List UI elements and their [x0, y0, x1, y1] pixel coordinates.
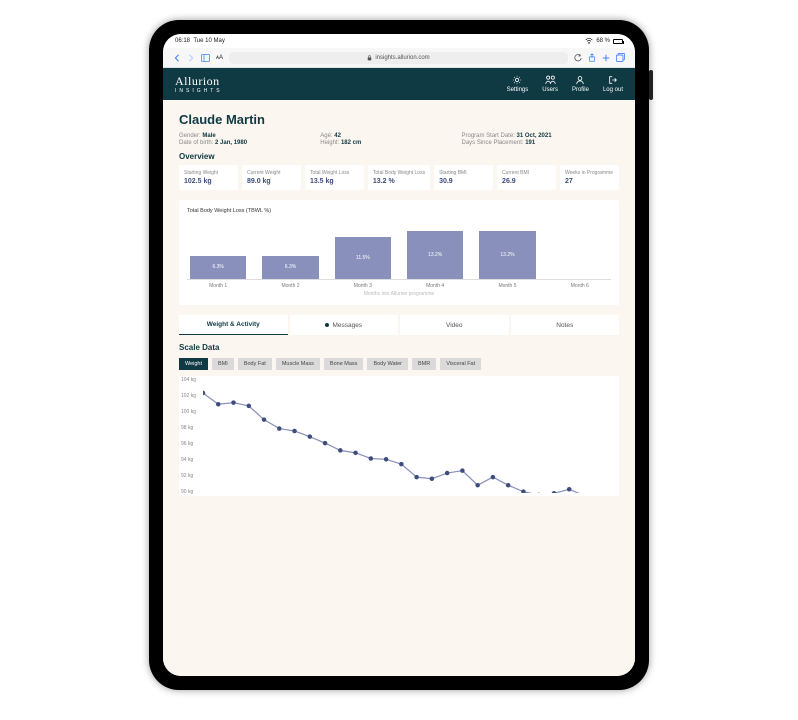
- bar: 6.3%: [262, 256, 318, 279]
- bar: 11.5%: [335, 237, 391, 279]
- forward-icon[interactable]: [187, 54, 195, 62]
- stat-value: 102.5 kg: [184, 178, 233, 185]
- profile-icon: [575, 75, 585, 85]
- stat-label: Weeks in Programme: [565, 170, 614, 176]
- battery-pct: 68 %: [596, 38, 610, 44]
- y-tick-label: 92 kg: [181, 473, 193, 479]
- device-status-bar: 06:18 Tue 10 May 68 %: [163, 34, 635, 48]
- unread-dot-icon: [325, 323, 329, 327]
- y-tick-label: 104 kg: [181, 377, 196, 383]
- bar-category-label: Month 3: [354, 283, 372, 289]
- stat-label: Starting Weight: [184, 170, 233, 176]
- tab-weight-activity[interactable]: Weight & Activity: [179, 315, 288, 335]
- metric-chip[interactable]: Body Fat: [238, 358, 272, 370]
- url-text: insights.allurion.com: [375, 55, 429, 61]
- stat-label: Current BMI: [502, 170, 551, 176]
- y-tick-label: 98 kg: [181, 425, 193, 431]
- overview-cards: Starting Weight 102.5 kg Current Weight 89.…: [179, 165, 619, 190]
- weight-line-chart: 104 kg 102 kg 100 kg 98 kg 96 kg 94 kg 92 kg 90…: [179, 376, 619, 496]
- metric-chip[interactable]: BMI: [212, 358, 234, 370]
- sidebar-icon[interactable]: [201, 54, 210, 62]
- metric-chip[interactable]: Visceral Fat: [440, 358, 481, 370]
- bar-column: 13.2%: [404, 231, 466, 279]
- stat-value: 13.2 %: [373, 178, 425, 185]
- nav-logout[interactable]: Log out: [603, 75, 623, 93]
- metric-chip[interactable]: Bone Mass: [324, 358, 364, 370]
- lock-icon: [367, 55, 372, 61]
- bar-column: 6.3%: [187, 256, 249, 279]
- bar-category-label: Month 4: [426, 283, 444, 289]
- stat-label: Current Weight: [247, 170, 296, 176]
- stat-value: 13.5 kg: [310, 178, 359, 185]
- bar: 6.3%: [190, 256, 246, 279]
- patient-meta: Gender: Male Age: 42 Program Start Date:…: [179, 133, 619, 146]
- tab-messages[interactable]: Messages: [290, 315, 399, 335]
- status-time: 06:18: [175, 38, 190, 44]
- stat-card: Total Weight Loss 13.5 kg: [305, 165, 364, 190]
- metric-chip[interactable]: Body Water: [367, 358, 408, 370]
- detail-tabs: Weight & Activity Messages Video Notes: [179, 315, 619, 335]
- back-icon[interactable]: [173, 54, 181, 62]
- bar-category-label: Month 2: [281, 283, 299, 289]
- bar-category-label: Month 6: [571, 283, 589, 289]
- brand-logo: Allurion INSIGHTS: [175, 75, 223, 94]
- wifi-icon: [585, 38, 593, 44]
- nav-users[interactable]: Users: [542, 75, 558, 93]
- patient-name: Claude Martin: [179, 112, 619, 127]
- reload-icon[interactable]: [574, 54, 582, 62]
- tab-video[interactable]: Video: [400, 315, 509, 335]
- metric-chip[interactable]: Muscle Mass: [276, 358, 320, 370]
- users-icon: [545, 75, 556, 85]
- stat-card: Total Body Weight Loss 13.2 %: [368, 165, 430, 190]
- nav-settings[interactable]: Settings: [507, 75, 529, 93]
- stat-card: Starting Weight 102.5 kg: [179, 165, 238, 190]
- stat-value: 27: [565, 178, 614, 185]
- bar: 13.2%: [479, 231, 535, 279]
- overview-heading: Overview: [179, 152, 619, 161]
- tbwl-subtitle: Months into Allurion programme: [187, 291, 611, 297]
- stat-card: Starting BMI 30.9: [434, 165, 493, 190]
- y-tick-label: 100 kg: [181, 409, 196, 415]
- bar: 13.2%: [407, 231, 463, 279]
- stat-card: Weeks in Programme 27: [560, 165, 619, 190]
- y-tick-label: 102 kg: [181, 393, 196, 399]
- logout-icon: [608, 75, 618, 85]
- stat-label: Starting BMI: [439, 170, 488, 176]
- y-tick-label: 94 kg: [181, 457, 193, 463]
- stat-value: 89.0 kg: [247, 178, 296, 185]
- stat-card: Current Weight 89.0 kg: [242, 165, 301, 190]
- stat-value: 26.9: [502, 178, 551, 185]
- tbwl-bar-chart: 6.3% 6.3% 11.5% 13.2% 13.2%: [187, 220, 611, 280]
- bar-category-label: Month 1: [209, 283, 227, 289]
- stat-value: 30.9: [439, 178, 488, 185]
- gear-icon: [512, 75, 522, 85]
- tab-notes[interactable]: Notes: [511, 315, 620, 335]
- metric-chip[interactable]: BMR: [412, 358, 436, 370]
- url-bar[interactable]: insights.allurion.com: [229, 52, 568, 64]
- scale-data-heading: Scale Data: [179, 343, 619, 352]
- stat-label: Total Weight Loss: [310, 170, 359, 176]
- new-tab-icon[interactable]: [602, 54, 610, 62]
- bar-category-label: Month 5: [498, 283, 516, 289]
- y-tick-label: 96 kg: [181, 441, 193, 447]
- bar-column: 6.3%: [259, 256, 321, 279]
- bar-column: 13.2%: [476, 231, 538, 279]
- status-date: Tue 10 May: [193, 38, 224, 44]
- metric-chips: Weight BMI Body Fat Muscle Mass Bone MassBod…: [179, 358, 619, 370]
- battery-icon: [613, 39, 623, 44]
- tbwl-panel: Total Body Weight Loss (TBWL %) 6.3%6.3%…: [179, 200, 619, 305]
- text-size-button[interactable]: ᴀA: [216, 55, 223, 61]
- stat-card: Current BMI 26.9: [497, 165, 556, 190]
- bar-column: 11.5%: [332, 237, 394, 279]
- stat-label: Total Body Weight Loss: [373, 170, 425, 176]
- nav-profile[interactable]: Profile: [572, 75, 589, 93]
- share-icon[interactable]: [588, 53, 596, 62]
- y-tick-label: 90 kg: [181, 489, 193, 495]
- tabs-icon[interactable]: [616, 53, 625, 62]
- metric-chip[interactable]: Weight: [179, 358, 208, 370]
- tbwl-title: Total Body Weight Loss (TBWL %): [187, 208, 611, 214]
- app-header: Allurion INSIGHTS Settings Users Profile: [163, 68, 635, 100]
- browser-toolbar: ᴀA insights.allurion.com: [163, 48, 635, 68]
